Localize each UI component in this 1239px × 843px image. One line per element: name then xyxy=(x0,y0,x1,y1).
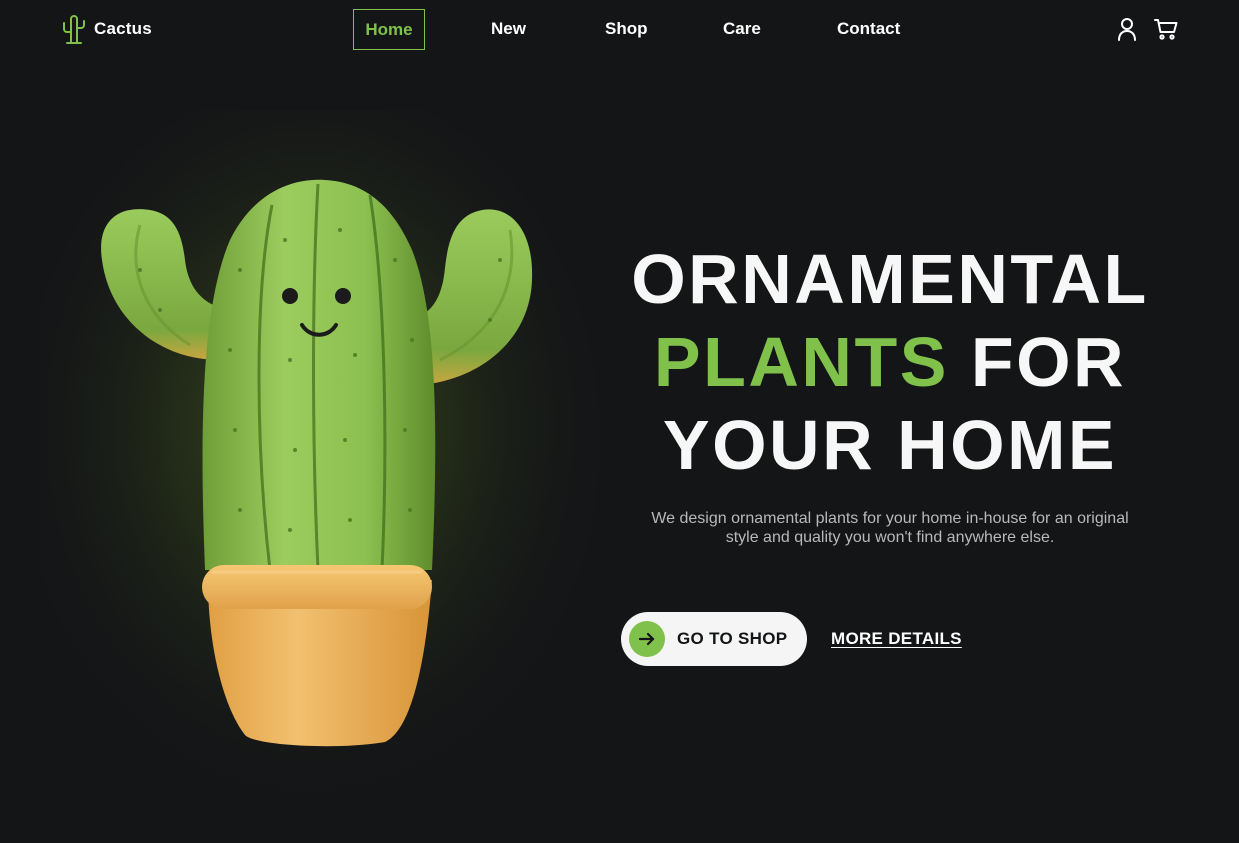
brand-name: Cactus xyxy=(94,19,152,38)
headline-line-2-rest: FOR xyxy=(948,323,1127,401)
brand-logo-link[interactable]: Cactus xyxy=(62,14,152,44)
nav-item-shop[interactable]: Shop xyxy=(605,9,648,50)
hero-copy: ORNAMENTAL PLANTS FOR YOUR HOME We desig… xyxy=(600,238,1180,547)
hero-headline: ORNAMENTAL PLANTS FOR YOUR HOME xyxy=(600,238,1180,487)
nav-item-new[interactable]: New xyxy=(491,9,526,50)
arrow-right-icon xyxy=(629,621,665,657)
go-to-shop-button[interactable]: GO TO SHOP xyxy=(621,612,807,666)
cactus-illustration xyxy=(40,110,600,810)
nav-item-home[interactable]: Home xyxy=(353,9,425,50)
account-button[interactable] xyxy=(1114,16,1140,42)
go-to-shop-label: GO TO SHOP xyxy=(677,629,788,648)
cart-icon xyxy=(1154,19,1178,40)
hero-subtitle: We design ornamental plants for your hom… xyxy=(651,510,1129,546)
hero-actions: GO TO SHOP MORE DETAILS xyxy=(621,612,962,666)
landing-page: Cactus Home New Shop Care Contact ORNAME… xyxy=(0,0,1239,843)
user-icon xyxy=(1118,18,1136,41)
nav-item-care[interactable]: Care xyxy=(723,9,761,50)
cart-button[interactable] xyxy=(1153,16,1179,42)
headline-line-3: YOUR HOME xyxy=(662,406,1118,484)
headline-line-1: ORNAMENTAL xyxy=(631,240,1149,318)
nav-item-contact[interactable]: Contact xyxy=(837,9,900,50)
headline-accent: PLANTS xyxy=(653,323,949,401)
cactus-icon xyxy=(62,14,86,44)
more-details-link[interactable]: MORE DETAILS xyxy=(831,629,962,649)
